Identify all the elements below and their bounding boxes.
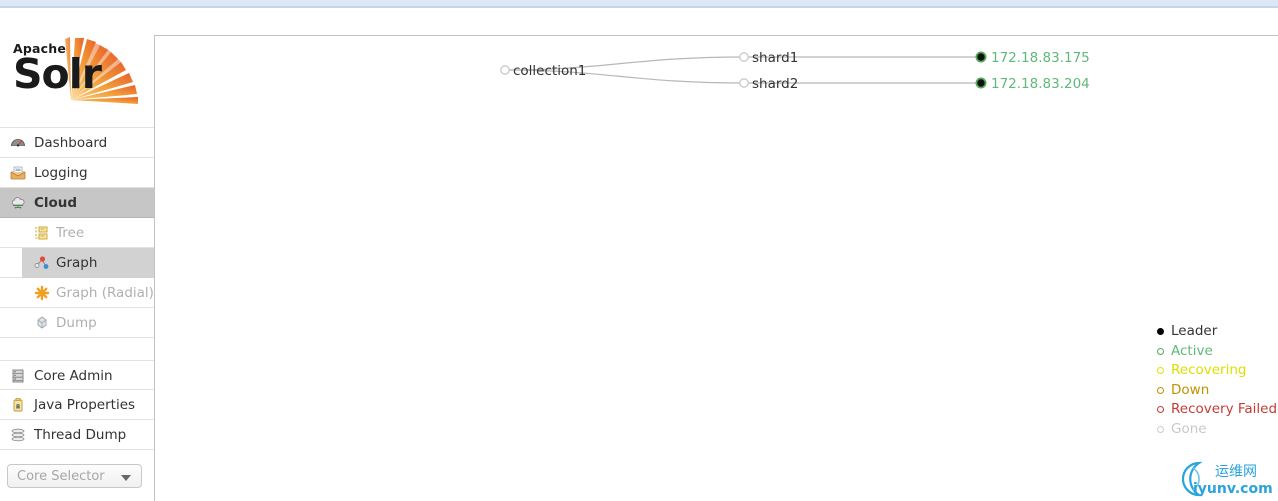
legend-row-active: Active: [1157, 342, 1277, 362]
replica-2-node-circle[interactable]: [975, 77, 987, 89]
sidebar-item-label: Java Properties: [34, 397, 136, 413]
solr-wordmark: Apache Solr: [13, 42, 102, 98]
replica-1-node-circle[interactable]: [975, 51, 987, 63]
tree-icon: [35, 226, 48, 240]
sidebar-item-label: Cloud: [34, 195, 78, 211]
shard2-node-label: shard2: [752, 76, 798, 92]
graph-radial-icon: [34, 285, 50, 301]
graph-legend: Leader Active Recovering Down Recovery F…: [1157, 322, 1277, 439]
cloud-subnav: Tree Graph Graph (Radial) Dump: [0, 218, 155, 338]
subnav-indent-pad: [0, 248, 22, 278]
core-selector-label: Core Selector: [17, 469, 105, 484]
legend-dot-recovering: [1157, 367, 1164, 374]
sidebar-item-label: Graph: [56, 255, 98, 271]
thread-dump-icon: [11, 428, 25, 442]
legend-dot-active: [1157, 347, 1164, 355]
sidebar-item-label: Core Admin: [34, 368, 113, 384]
graph-node-replica-1[interactable]: 172.18.83.175: [975, 50, 1090, 66]
cloud-graph[interactable]: collection1 shard1 shard2 172.18.83.175 …: [155, 36, 1278, 501]
core-admin-icon: [12, 369, 24, 383]
replica-2-node-label: 172.18.83.204: [991, 76, 1090, 92]
sidebar-item-label: Logging: [34, 165, 88, 181]
logging-icon: [10, 166, 26, 180]
sidebar-item-tree[interactable]: Tree: [0, 218, 155, 248]
collection-node-label: collection1: [513, 63, 586, 79]
sidebar-item-core-admin[interactable]: Core Admin: [0, 360, 155, 390]
sidebar: Apache Solr Dashboard Logging Cloud Tree…: [0, 12, 155, 501]
sidebar-item-label: Thread Dump: [34, 427, 127, 443]
shard1-node-label: shard1: [752, 50, 798, 66]
watermark-cn-text: 运维网: [1215, 464, 1257, 480]
sidebar-item-cloud[interactable]: Cloud: [0, 188, 155, 218]
core-selector-dropdown[interactable]: Core Selector: [7, 464, 142, 488]
legend-dot-leader: [1157, 328, 1164, 335]
legend-row-recovery-failed: Recovery Failed: [1157, 400, 1277, 420]
legend-dot-recovery-failed: [1157, 406, 1164, 413]
dashboard-icon: [11, 139, 25, 147]
graph-node-collection[interactable]: collection1: [500, 63, 587, 79]
sidebar-item-thread-dump[interactable]: Thread Dump: [0, 420, 155, 450]
sidebar-gap: [0, 338, 155, 360]
legend-dot-down: [1157, 386, 1164, 394]
replica-1-node-label: 172.18.83.175: [991, 50, 1090, 66]
legend-row-leader: Leader: [1157, 322, 1277, 342]
legend-label: Gone: [1171, 420, 1207, 437]
top-accent-bar: [0, 0, 1278, 8]
watermark: 运维网 iyunv.com: [1177, 459, 1277, 499]
graph-node-shard1[interactable]: shard1: [739, 50, 799, 66]
sidebar-item-java-properties[interactable]: Java Properties: [0, 390, 155, 420]
sidebar-item-graph[interactable]: Graph: [0, 248, 155, 278]
graph-icon: [34, 256, 49, 269]
sidebar-nav: Dashboard Logging Cloud Tree Graph Graph…: [0, 127, 155, 450]
graph-node-shard2[interactable]: shard2: [739, 76, 799, 92]
sidebar-item-dashboard[interactable]: Dashboard: [0, 128, 155, 158]
sidebar-item-label: Graph (Radial): [56, 285, 154, 301]
sidebar-item-logging[interactable]: Logging: [0, 158, 155, 188]
dump-icon: [37, 316, 47, 329]
sidebar-item-dump[interactable]: Dump: [0, 308, 155, 338]
legend-label: Active: [1171, 342, 1213, 359]
shard1-node-circle[interactable]: [739, 52, 749, 62]
legend-row-down: Down: [1157, 381, 1277, 401]
legend-label: Down: [1171, 381, 1210, 398]
cloud-graph-panel: collection1 shard1 shard2 172.18.83.175 …: [155, 35, 1278, 501]
collection-node-circle[interactable]: [500, 65, 510, 75]
solr-text: Solr: [13, 50, 102, 98]
java-properties-icon: [13, 398, 23, 412]
legend-label: Recovering: [1171, 362, 1247, 378]
legend-row-recovering: Recovering: [1157, 361, 1277, 381]
iyunv-logo-icon: 运维网 iyunv.com: [1181, 461, 1273, 497]
solr-admin-window: Apache Solr Dashboard Logging Cloud Tree…: [0, 0, 1278, 501]
legend-dot-gone: [1157, 425, 1164, 433]
legend-label: Recovery Failed: [1171, 401, 1278, 417]
sidebar-item-label: Tree: [56, 225, 85, 241]
sidebar-item-graph-radial[interactable]: Graph (Radial): [0, 278, 155, 308]
sidebar-item-label: Dump: [56, 315, 97, 331]
cloud-icon: [11, 197, 25, 209]
chevron-down-icon: [121, 475, 131, 481]
shard2-node-circle[interactable]: [739, 78, 749, 88]
graph-node-replica-2[interactable]: 172.18.83.204: [975, 76, 1090, 92]
sidebar-item-label: Dashboard: [34, 135, 108, 151]
watermark-domain-text: iyunv.com: [1193, 481, 1273, 497]
solr-logo[interactable]: Apache Solr: [13, 37, 143, 106]
legend-row-gone: Gone: [1157, 420, 1277, 440]
legend-label: Leader: [1171, 323, 1218, 339]
